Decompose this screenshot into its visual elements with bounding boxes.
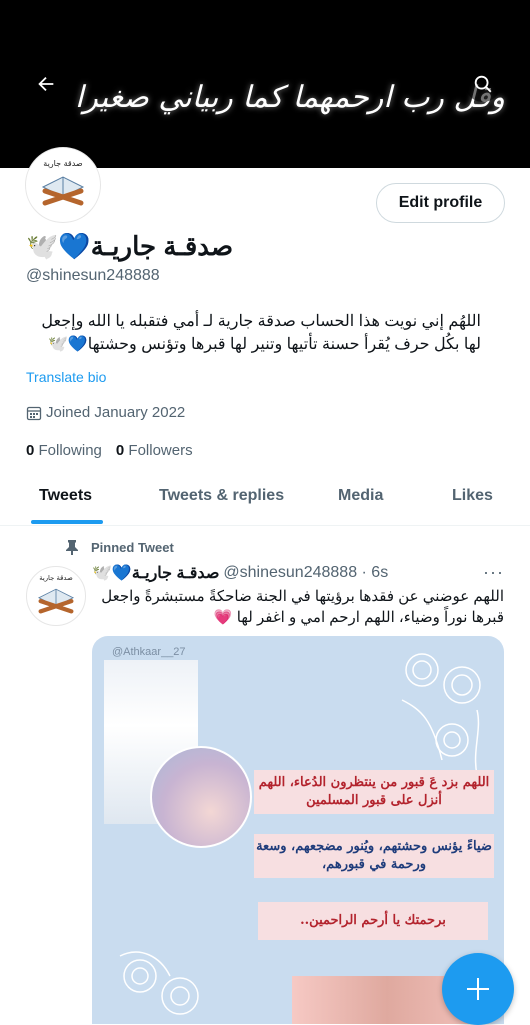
calendar-icon: [26, 406, 42, 420]
followers-label: Followers: [128, 442, 193, 459]
edit-profile-button[interactable]: Edit profile: [376, 183, 505, 223]
profile-banner[interactable]: وقل رب ارحمهما كما ربياني صغيرا: [0, 0, 530, 168]
pinned-label: Pinned Tweet: [65, 539, 174, 555]
tweet-handle-time: @shinesun248888 · 6s: [223, 564, 389, 581]
tab-likes[interactable]: Likes: [452, 487, 493, 505]
joined-date: Joined January 2022: [26, 404, 185, 421]
tweet-author-name[interactable]: صدقـة جاريـة💙🕊️: [92, 563, 219, 583]
username: @shinesun248888: [26, 267, 160, 284]
tweet-text: اللهم عوضني عن فقدها برؤيتها في الجنة ضا…: [101, 588, 504, 626]
profile-tabs: Tweets Tweets & replies Media Likes: [0, 472, 530, 526]
compose-tweet-button[interactable]: [442, 953, 514, 1025]
tweet-header: صدقـة جاريـة💙🕊️ @shinesun248888 · 6s: [92, 563, 502, 583]
followers-count: 0: [115, 442, 125, 459]
tab-tweets-replies[interactable]: Tweets & replies: [159, 487, 284, 505]
joined-text: Joined January 2022: [46, 404, 186, 421]
display-name: صدقـة جاريـة💙🕊️: [26, 230, 234, 261]
tab-tweets[interactable]: Tweets: [39, 487, 92, 505]
dua-line-2: ضياءً يؤنس وحشتهم، ويُنور مضجعهم، وسعة و…: [254, 834, 494, 878]
search-button[interactable]: [465, 66, 501, 102]
active-tab-indicator: [31, 520, 103, 524]
circle-photo: [150, 746, 252, 848]
svg-text:صدقة جارية: صدقة جارية: [39, 574, 73, 582]
followers-link[interactable]: 0 Followers: [116, 442, 193, 459]
pin-icon: [66, 540, 78, 555]
pinned-text: Pinned Tweet: [91, 539, 174, 555]
plus-icon: [467, 978, 489, 1000]
back-button[interactable]: [28, 66, 64, 102]
tweet-avatar[interactable]: صدقة جارية: [26, 566, 86, 626]
svg-text:صدقة جارية: صدقة جارية: [43, 159, 83, 168]
more-options-icon[interactable]: ···: [483, 562, 504, 583]
rose-outline-icon: [401, 653, 481, 776]
following-count: 0: [26, 442, 35, 459]
quran-stand-logo: صدقة جارية: [41, 159, 85, 206]
bio-text: اللهُم إني نويت هذا الحساب صدقة جارية لـ…: [41, 313, 481, 353]
display-name-row: صدقـة جاريـة💙🕊️: [26, 228, 233, 264]
media-credit: @Athkaar__27: [112, 646, 186, 658]
arrow-left-icon: [38, 76, 54, 92]
rose-outline-icon: [119, 951, 199, 1015]
tweet-media-image[interactable]: @Athkaar__27 اللهم بزد عَ قبور من ينتظرو…: [92, 636, 504, 1024]
banner-calligraphy: وقل رب ارحمهما كما ربياني صغيرا: [74, 80, 506, 115]
dua-line-1: اللهم بزد عَ قبور من ينتظرون الدُعاء، ال…: [254, 770, 494, 814]
following-link[interactable]: 0 Following: [26, 442, 102, 459]
dua-line-3: برحمتك يا أرحم الراحمين..: [258, 902, 488, 940]
translate-bio-link[interactable]: Translate bio: [26, 369, 106, 385]
profile-avatar[interactable]: صدقة جارية: [26, 148, 100, 222]
follow-stats: 0 Following 0 Followers: [26, 442, 193, 459]
tab-media[interactable]: Media: [338, 487, 383, 505]
search-icon: [474, 75, 492, 93]
quran-stand-logo: صدقة جارية: [37, 574, 75, 614]
following-label: Following: [38, 442, 102, 459]
